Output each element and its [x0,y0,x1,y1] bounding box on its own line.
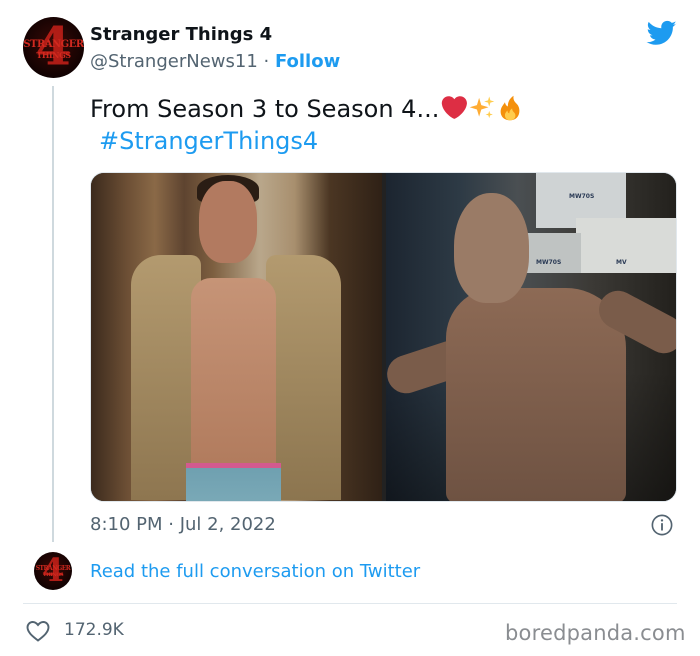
photo-shape [446,288,626,501]
author-handle-row: @StrangerNews11 · Follow [90,51,340,72]
box-label: MW70S [536,259,562,266]
avatar-logo-line2: THINGS [42,572,64,578]
photo-shape [454,193,529,303]
tweet-timestamp[interactable]: 8:10 PM · Jul 2, 2022 [90,514,276,535]
thread-connector-line [52,86,54,542]
watermark: boredpanda.com [505,621,686,645]
tweet-text: From Season 3 to Season 4... [90,95,440,123]
author-handle[interactable]: @StrangerNews11 [90,51,258,72]
avatar-logo-line1: STRANGER [23,39,84,50]
author-avatar[interactable]: 4 STRANGER THINGS [23,17,84,78]
photo-season-4[interactable]: MW70S MW70S MV [382,173,676,501]
photo-season-3[interactable] [91,173,382,501]
handle-separator: · [257,51,275,72]
heart-icon[interactable] [26,620,50,642]
box-label: MW70S [569,193,595,200]
sparkles-emoji [470,96,495,119]
twitter-bird-icon[interactable] [645,18,679,48]
box-label: MV [616,259,627,266]
photo-shape [186,463,281,501]
tweet-media[interactable]: MW70S MW70S MV [90,172,677,502]
read-conversation-link[interactable]: Read the full conversation on Twitter [90,561,420,582]
divider [23,603,677,604]
conversation-avatar[interactable]: 4 STRANGER THINGS [34,552,72,590]
hashtag-link[interactable]: #StrangerThings4 [99,125,318,158]
author-name[interactable]: Stranger Things 4 [90,24,272,45]
photo-shape [526,233,581,273]
avatar-logo-line2: THINGS [36,50,71,60]
photo-shape [191,278,276,478]
fire-emoji [500,95,520,121]
info-icon[interactable] [651,514,673,536]
like-count: 172.9K [64,620,124,640]
red-heart-emoji [442,96,468,119]
photo-shape [199,181,257,263]
tweet-text-line: From Season 3 to Season 4... [90,93,523,126]
follow-button[interactable]: Follow [275,51,340,72]
